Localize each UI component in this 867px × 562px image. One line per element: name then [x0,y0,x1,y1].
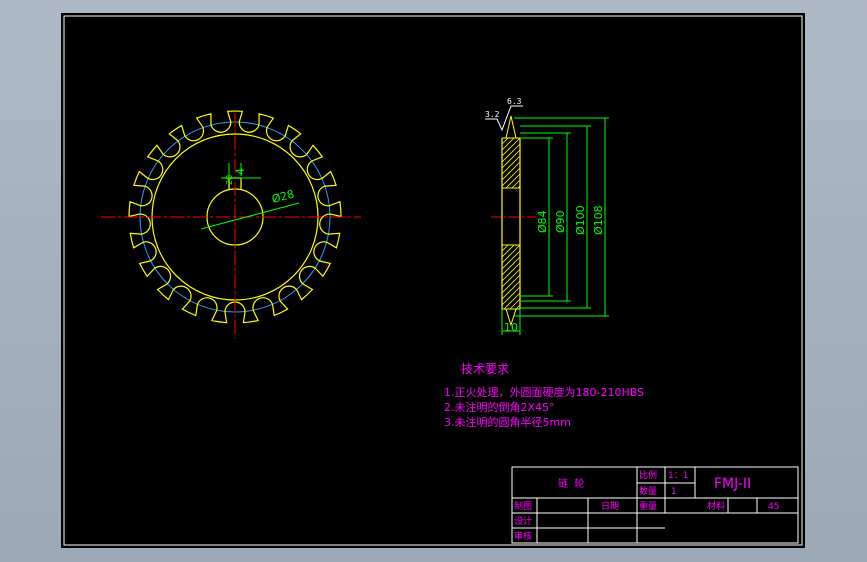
thickness-label: 10 [504,321,518,334]
date-label: 日期 [601,501,619,512]
drawing-frame [63,15,803,546]
d100-label: Ø100 [574,205,587,235]
d84-label: Ø84 [536,210,549,233]
tech-req-item-3: 3.未注明的圆角半径5mm [444,415,571,429]
d108-label: Ø108 [592,205,605,235]
keyway-depth-label: 28 [225,175,234,185]
title-block: 链 轮 比例 1：1 数量 1 FMJ-II 制图 日期 重量 材料 45 设计… [511,466,799,544]
bore-leader [200,202,300,230]
review-label: 审核 [514,530,532,542]
drawn-by-label: 制图 [514,500,532,512]
section-hatch-upper [501,137,521,189]
part-name: 链 轮 [558,477,584,490]
quantity-label: 数量 [639,485,657,497]
weight-label: 重量 [639,500,657,512]
sprocket-front-view: 4 28 Ø28 [101,110,361,338]
drawing-code: FMJ-II [714,476,751,492]
drawing-sheet: 4 28 Ø28 6.3 3.2 Ø84 Ø90 Ø100 Ø108 10 技术… [61,13,805,548]
design-label: 设计 [514,515,532,527]
quantity-value: 1 [671,487,677,497]
scale-value: 1：1 [668,471,688,481]
d90-label: Ø90 [554,210,567,233]
top-tooth-profile [505,115,517,139]
bore-diameter-label: Ø28 [270,187,295,205]
technical-requirements: 技术要求 1.正火处理，外圆面硬度为180-210HBS 2.未注明的倒角2X4… [444,362,644,429]
keyway-width-label: 4 [234,168,247,175]
cad-drawing: 4 28 Ø28 6.3 3.2 Ø84 Ø90 Ø100 Ø108 10 技术… [63,15,803,546]
material-label: 材料 [707,500,725,512]
section-hatch-lower [501,244,521,310]
tech-req-item-1: 1.正火处理，外圆面硬度为180-210HBS [444,385,644,399]
scale-label: 比例 [639,469,657,481]
sprocket-section-view: 6.3 3.2 Ø84 Ø90 Ø100 Ø108 10 [485,97,609,335]
tech-req-item-2: 2.未注明的倒角2X45° [444,400,555,414]
roughness-side-label: 3.2 [485,110,500,119]
material-value: 45 [768,502,779,512]
tech-req-heading: 技术要求 [461,362,509,376]
roughness-top-label: 6.3 [507,97,522,106]
